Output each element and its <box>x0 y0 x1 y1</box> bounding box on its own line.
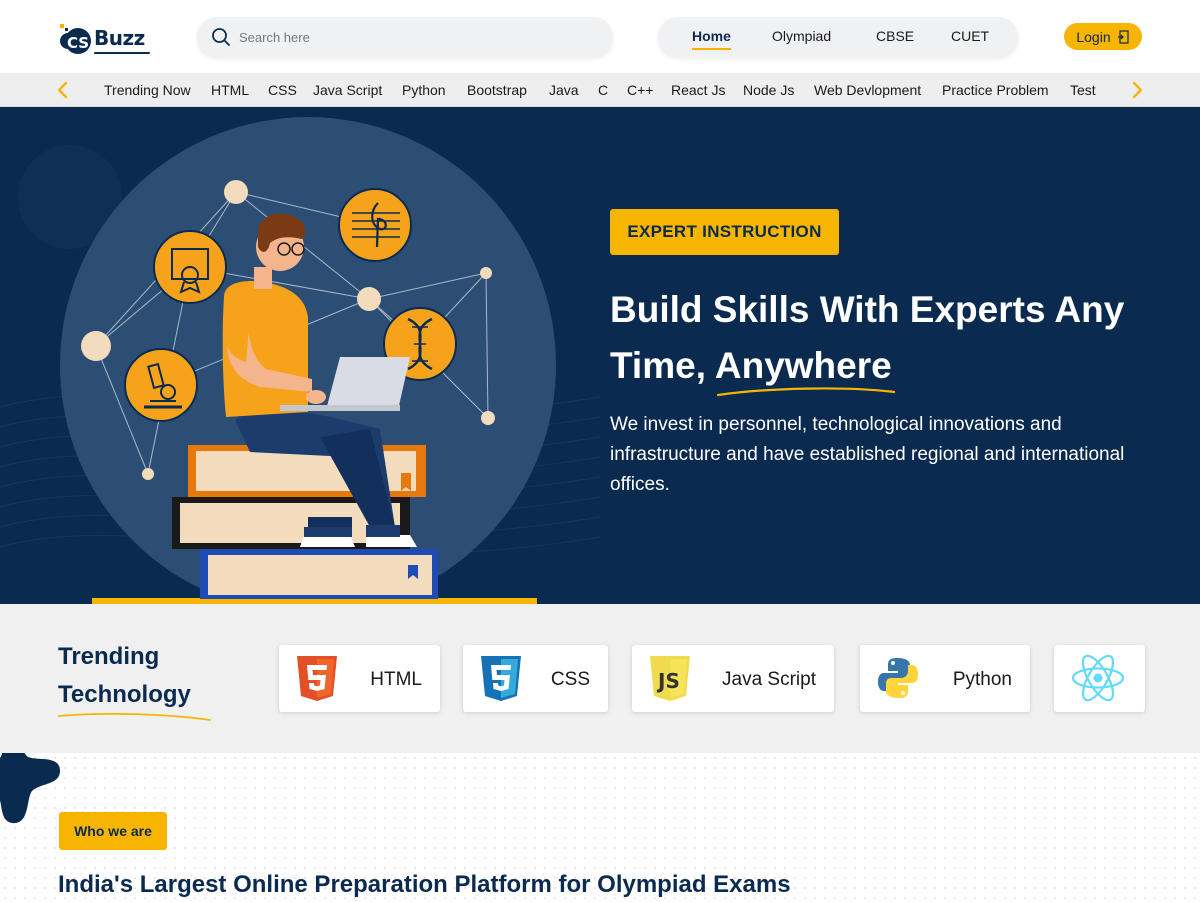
tech-card-react[interactable] <box>1054 645 1145 712</box>
category-node-js[interactable]: Node Js <box>743 82 794 98</box>
react-icon <box>1071 654 1125 702</box>
trending-title-line-2: Technology <box>58 681 191 708</box>
tech-card-label: CSS <box>550 669 590 690</box>
hero-title-line-1: Build Skills With Experts Any <box>610 289 1125 330</box>
cs-logo-icon: CS <box>60 24 91 54</box>
nav-cuet[interactable]: CUET <box>951 28 989 44</box>
css3-icon <box>481 656 521 701</box>
login-label: Login <box>1076 28 1111 45</box>
tech-card-label: HTML <box>370 669 422 690</box>
javascript-icon: JS <box>650 656 690 701</box>
tech-card-label: Java Script <box>722 669 816 690</box>
login-button[interactable]: Login <box>1064 23 1142 50</box>
logo-underline <box>94 52 150 54</box>
category-strip: Trending Now HTML CSS Java Script Python… <box>0 73 1200 107</box>
hero-description: We invest in personnel, technological in… <box>610 414 1125 495</box>
site-logo[interactable]: CS Buzz <box>58 18 154 58</box>
who-we-are-section: Who we are India's Largest Online Prepar… <box>0 753 1200 902</box>
site-header: CS Buzz Home Olympiad CBSE CUET Login <box>0 0 1200 73</box>
expert-instruction-badge: EXPERT INSTRUCTION <box>610 209 839 255</box>
nav-home[interactable]: Home <box>692 28 731 50</box>
who-we-are-badge: Who we are <box>59 812 167 850</box>
title-underline-swoosh <box>716 387 896 397</box>
category-java[interactable]: Java <box>549 82 579 98</box>
category-python[interactable]: Python <box>402 82 446 98</box>
trending-technology-section: Trending Technology HTML CSS JS Java Scr… <box>0 604 1200 753</box>
category-bootstrap[interactable]: Bootstrap <box>467 82 527 98</box>
nav-olympiad[interactable]: Olympiad <box>772 28 831 44</box>
chevron-right-icon[interactable] <box>1128 81 1146 99</box>
decorative-star-blob <box>0 753 60 824</box>
tech-card-python[interactable]: Python <box>860 645 1030 712</box>
tech-card-label: Python <box>952 669 1012 690</box>
nav-cbse[interactable]: CBSE <box>876 28 914 44</box>
search-bar[interactable] <box>197 17 613 57</box>
category-html[interactable]: HTML <box>211 82 249 98</box>
category-trending-now[interactable]: Trending Now <box>104 82 191 98</box>
trending-title-line-1: Trending <box>58 643 160 670</box>
trending-title: Trending Technology <box>58 638 238 714</box>
login-door-icon <box>1117 29 1129 44</box>
hero-title-line-2: Time, Anywhere <box>610 345 892 386</box>
category-css[interactable]: CSS <box>268 82 297 98</box>
tech-card-html[interactable]: HTML <box>279 645 440 712</box>
logo-text: Buzz <box>94 26 145 50</box>
category-test[interactable]: Test <box>1070 82 1096 98</box>
who-we-are-heading: India's Largest Online Preparation Platf… <box>58 871 791 898</box>
hero-title: Build Skills With Experts Any Time, Anyw… <box>610 282 1170 394</box>
tech-card-javascript[interactable]: JS Java Script <box>632 645 834 712</box>
primary-nav: Home Olympiad CBSE CUET <box>658 17 1018 57</box>
search-input[interactable] <box>239 29 579 45</box>
python-icon <box>878 658 918 698</box>
category-c[interactable]: C <box>598 82 608 98</box>
svg-text:CS: CS <box>67 34 89 52</box>
html5-icon <box>297 656 337 701</box>
category-practice-problem[interactable]: Practice Problem <box>942 82 1049 98</box>
category-javascript[interactable]: Java Script <box>313 82 382 98</box>
student-laptop-illustration <box>0 117 600 604</box>
category-cpp[interactable]: C++ <box>627 82 653 98</box>
tech-card-css[interactable]: CSS <box>463 645 608 712</box>
chevron-left-icon[interactable] <box>54 81 72 99</box>
trending-underline-swoosh <box>58 713 211 721</box>
category-web-development[interactable]: Web Devlopment <box>814 82 921 98</box>
search-icon <box>212 28 230 46</box>
category-react-js[interactable]: React Js <box>671 82 725 98</box>
svg-text:JS: JS <box>656 669 680 693</box>
hero-banner: EXPERT INSTRUCTION Build Skills With Exp… <box>0 107 1200 604</box>
